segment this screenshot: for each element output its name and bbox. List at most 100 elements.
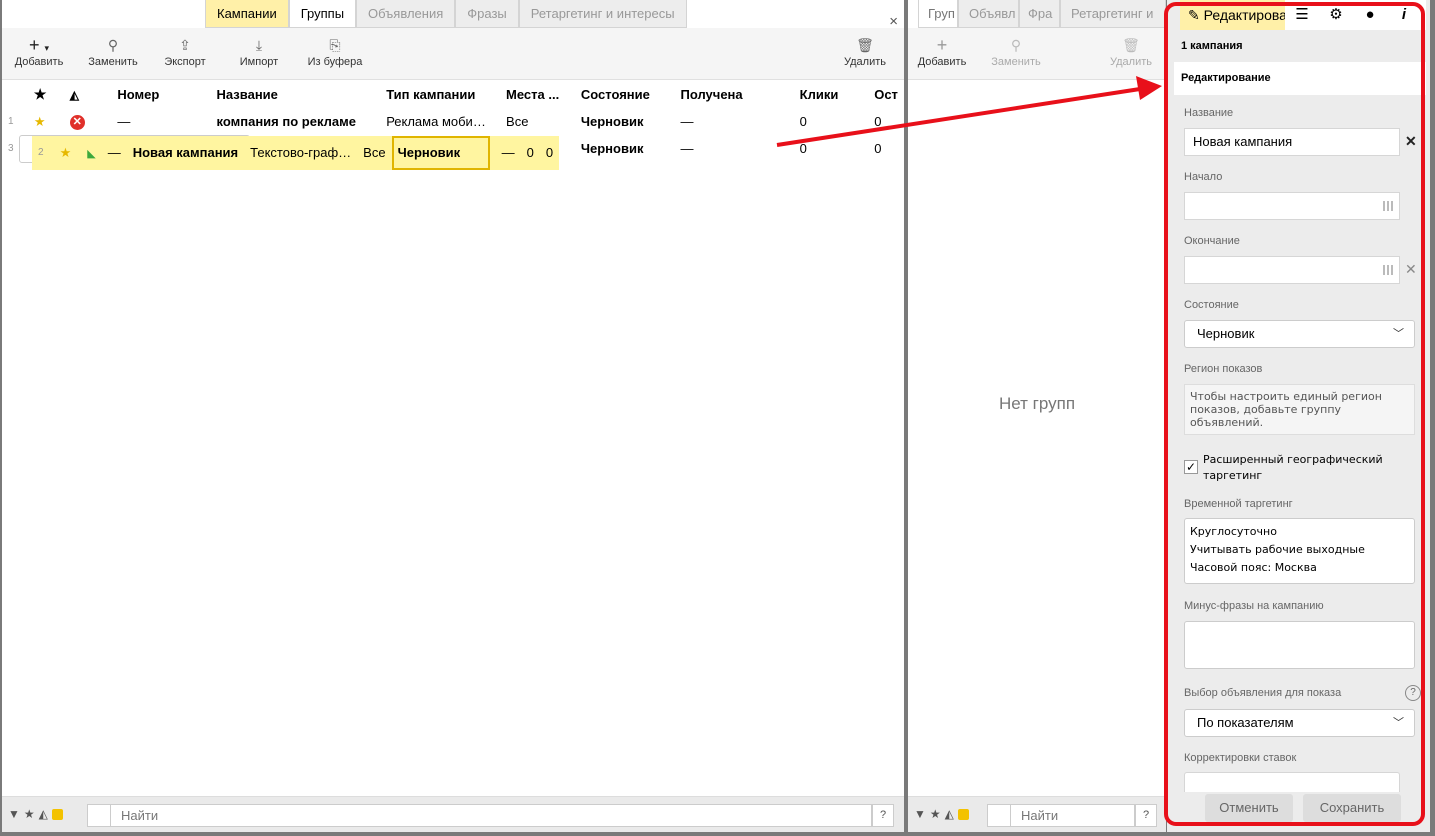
tag-filter-icon[interactable] [51, 809, 63, 821]
tab-retargeting[interactable]: Ретаргетинг и интересы [518, 0, 687, 28]
header-rest[interactable]: Ост [868, 81, 904, 108]
clipboard-icon: ⎘ [329, 37, 341, 53]
cell-state: Черновик [580, 114, 644, 129]
filter-icon[interactable]: ▼ [914, 807, 930, 821]
status-filter-icon[interactable]: ◭ [945, 807, 958, 821]
header-star-icon[interactable]: ★ [24, 81, 60, 108]
from-buffer-button[interactable]: ⎘ Из буфера [302, 28, 368, 80]
start-label: Начало [1184, 171, 1223, 183]
search-input[interactable] [111, 805, 871, 826]
name-input[interactable]: Новая кампания [1184, 128, 1400, 156]
cell-name: Новая кампания [126, 136, 245, 170]
tag-filter-icon[interactable] [957, 809, 969, 821]
state-select[interactable]: Черновик ﹀ [1184, 320, 1415, 348]
tab-campaigns[interactable]: Кампании [205, 0, 289, 28]
import-label: Импорт [239, 56, 279, 68]
time-line-1: Круглосуточно [1190, 525, 1277, 538]
tab-groups[interactable]: Группы [288, 0, 357, 28]
comment-icon[interactable]: ● [1353, 0, 1387, 30]
search-icon: ⚲ [1010, 37, 1022, 53]
end-date-input[interactable] [1184, 256, 1400, 284]
tab-ads[interactable]: Объявл [958, 0, 1019, 28]
tab-edit[interactable]: ✎ Редактирование [1180, 0, 1285, 30]
import-button[interactable]: ⤓ Импорт [234, 28, 284, 80]
cell-rest: 0 [539, 136, 560, 170]
save-button[interactable]: Сохранить [1303, 794, 1401, 822]
cancel-button[interactable]: Отменить [1205, 794, 1293, 822]
search-input[interactable] [1011, 805, 1134, 826]
tab-phrases[interactable]: Фра [1019, 0, 1060, 28]
tab-retargeting[interactable]: Ретаргетинг и [1060, 0, 1166, 28]
tab-ads[interactable]: Объявления [356, 0, 456, 28]
add-button[interactable]: + ▾ Добавить [10, 28, 68, 80]
state-value: Черновик [1197, 326, 1255, 341]
state-label: Состояние [1184, 299, 1239, 311]
search-field[interactable] [110, 804, 872, 827]
close-icon[interactable]: × [889, 14, 898, 29]
search-help-button[interactable]: ? [872, 804, 894, 827]
filter-icon[interactable]: ▼ [8, 807, 24, 821]
geo-targeting-checkbox[interactable]: ✓ [1184, 460, 1198, 474]
cell-state-focused[interactable]: Черновик [391, 136, 496, 170]
campaigns-table: ★ ◭ Номер Название Тип кампании Места ..… [2, 81, 904, 170]
delete-button[interactable]: 🗑 Удалить [838, 28, 892, 80]
search-scope[interactable] [987, 804, 1011, 827]
delete-label: Удалить [1110, 56, 1152, 68]
sliders-icon[interactable]: ☰ [1285, 0, 1319, 30]
search-scope[interactable] [87, 804, 111, 827]
clear-name-icon[interactable]: ✕ [1405, 133, 1417, 150]
export-button[interactable]: ⇪ Экспорт [158, 28, 212, 80]
cell-clicks: 0 [799, 114, 807, 129]
header-number[interactable]: Номер [111, 81, 210, 108]
region-note: Чтобы настроить единый регион показов, д… [1184, 384, 1415, 435]
start-date-input[interactable] [1184, 192, 1400, 220]
star-icon[interactable]: ★ [49, 136, 78, 170]
gear-icon[interactable]: ⚙ [1319, 0, 1353, 30]
info-icon[interactable]: i [1387, 0, 1421, 30]
star-filter-icon[interactable]: ★ [24, 807, 39, 821]
header-received[interactable]: Получена [675, 81, 794, 108]
error-icon: ✕ [60, 108, 112, 135]
end-label: Окончание [1184, 235, 1240, 247]
ad-choice-select[interactable]: По показателям ﹀ [1184, 709, 1415, 737]
bid-adjust-field[interactable] [1184, 772, 1400, 792]
pencil-icon: ✎ [1188, 7, 1200, 23]
add-group-button[interactable]: + Добавить [914, 28, 970, 80]
name-label: Название [1184, 107, 1234, 119]
table-row[interactable]: 1 ★ ✕ — компания по рекламе Реклама моби… [2, 108, 904, 135]
cell-received: — [680, 141, 694, 156]
time-targeting-box[interactable]: Круглосуточно Учитывать рабочие выходные… [1184, 518, 1415, 584]
table-row-selected[interactable]: 2 ★ ◣ — Новая кампания Текстово-граф… Вс… [19, 135, 560, 170]
left-toolbar: + ▾ Добавить ⚲ Заменить ⇪ Экспорт ⤓ Импо… [2, 28, 904, 80]
header-clicks[interactable]: Клики [794, 81, 869, 108]
calendar-icon[interactable] [1383, 265, 1395, 275]
cell-number: — [101, 136, 127, 170]
replace-button[interactable]: ⚲ Заменить [82, 28, 144, 80]
tab-phrases[interactable]: Фразы [455, 0, 519, 28]
row-number: 1 [8, 116, 14, 127]
header-name[interactable]: Название [211, 81, 381, 108]
header-places[interactable]: Места ... [500, 81, 575, 108]
replace-group-button[interactable]: ⚲ Заменить [988, 28, 1044, 80]
minus-phrases-input[interactable] [1184, 621, 1415, 669]
status-filter-icon[interactable]: ◭ [39, 807, 52, 821]
trash-icon: 🗑 [856, 37, 874, 53]
cell-state: Черновик [391, 136, 490, 170]
region-label: Регион показов [1184, 363, 1263, 375]
header-rownum [2, 81, 24, 108]
calendar-icon[interactable] [1383, 201, 1395, 211]
form-actions: Отменить Сохранить [1174, 792, 1426, 828]
header-status-icon[interactable]: ◭ [60, 81, 112, 108]
clear-end-icon[interactable]: ✕ [1405, 261, 1417, 278]
header-type[interactable]: Тип кампании [380, 81, 500, 108]
star-icon[interactable]: ★ [24, 108, 60, 135]
header-state[interactable]: Состояние [575, 81, 675, 108]
cell-type: Текстово-граф… [244, 136, 358, 170]
star-filter-icon[interactable]: ★ [930, 807, 945, 821]
help-icon[interactable]: ? [1405, 685, 1421, 701]
delete-group-button[interactable]: 🗑 Удалить [1104, 28, 1158, 80]
bid-adjust-label: Корректировки ставок [1184, 752, 1297, 764]
search-help-button[interactable]: ? [1135, 804, 1157, 827]
tab-groups[interactable]: Груп [918, 0, 958, 28]
search-field[interactable] [1010, 804, 1135, 827]
